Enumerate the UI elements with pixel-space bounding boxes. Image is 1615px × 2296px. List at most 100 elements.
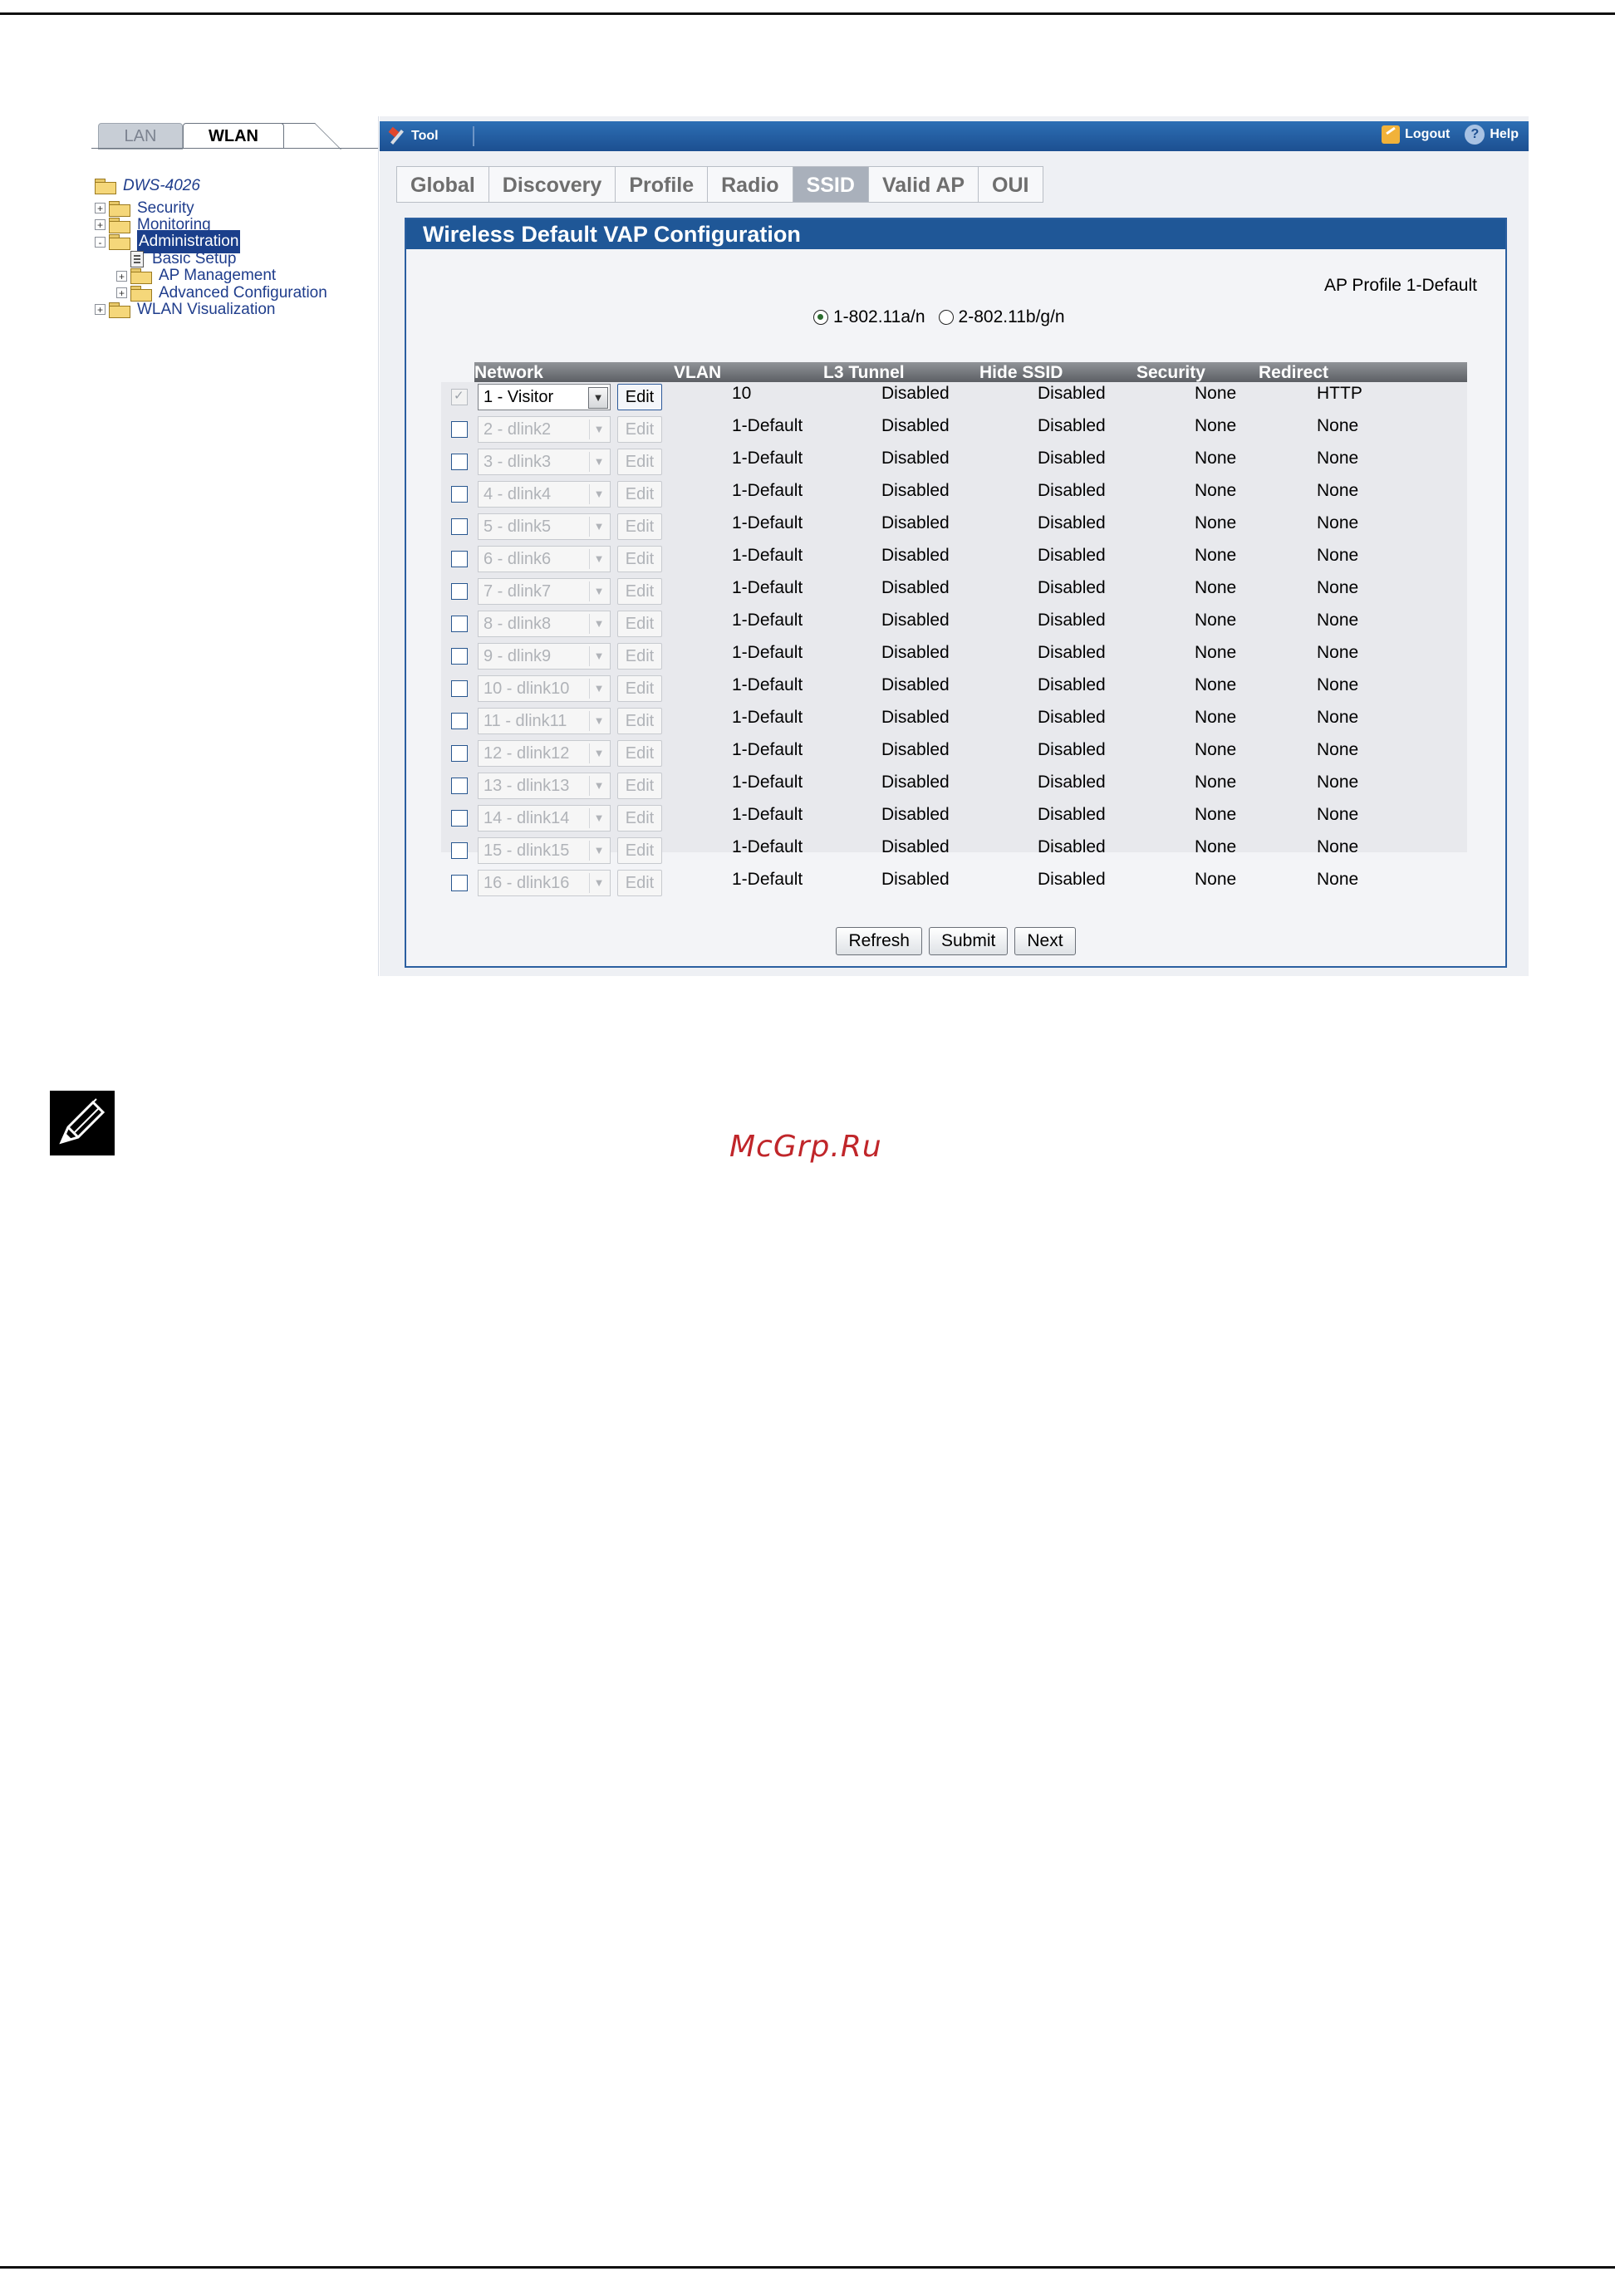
expand-icon[interactable]: + (116, 287, 127, 299)
toolbar-right: Logout ? Help (1382, 125, 1519, 145)
expand-icon[interactable]: + (95, 203, 106, 214)
cell-security: None (1195, 611, 1237, 630)
cell-redirect: None (1317, 643, 1359, 662)
cell-redirect: None (1317, 837, 1359, 856)
network-select[interactable]: 13 - dlink13 ▼ (478, 773, 611, 799)
tab-wlan[interactable]: WLAN (183, 123, 284, 149)
cell-redirect: None (1317, 740, 1359, 759)
tab-global[interactable]: Global (396, 166, 488, 203)
edit-button[interactable]: Edit (617, 513, 662, 540)
tool-menu[interactable]: Tool (388, 126, 439, 146)
edit-button[interactable]: Edit (617, 384, 662, 410)
tree-root-device[interactable]: DWS-4026 (95, 174, 200, 198)
device-label: DWS-4026 (123, 177, 200, 194)
edit-button[interactable]: Edit (617, 805, 662, 832)
submit-button[interactable]: Submit (928, 927, 1009, 955)
cell-vlan: 1-Default (732, 708, 803, 727)
edit-button[interactable]: Edit (617, 870, 662, 896)
edit-button[interactable]: Edit (617, 708, 662, 734)
next-button[interactable]: Next (1014, 927, 1076, 955)
tab-oui[interactable]: OUI (978, 166, 1043, 203)
row-checkbox[interactable] (451, 486, 468, 503)
network-select[interactable]: 5 - dlink5 ▼ (478, 513, 611, 540)
expand-icon[interactable]: + (116, 270, 127, 282)
help-button[interactable]: ? Help (1465, 125, 1519, 145)
network-select[interactable]: 8 - dlink8 ▼ (478, 611, 611, 637)
edit-button[interactable]: Edit (617, 578, 662, 605)
refresh-button[interactable]: Refresh (836, 927, 922, 955)
row-checkbox[interactable] (451, 680, 468, 697)
network-select[interactable]: 16 - dlink16 ▼ (478, 870, 611, 896)
table-row: 13 - dlink13 ▼ Edit 1-Default Disabled Disabl… (441, 771, 1467, 802)
radio-option-1[interactable] (813, 310, 828, 325)
network-select[interactable]: 10 - dlink10 ▼ (478, 675, 611, 702)
subtab-bar: Global Discovery Profile Radio SSID Valid AP O… (396, 166, 1043, 203)
network-select[interactable]: 14 - dlink14 ▼ (478, 805, 611, 832)
row-checkbox[interactable] (451, 778, 468, 794)
network-select-value: 12 - dlink12 (484, 744, 570, 763)
tab-radio[interactable]: Radio (707, 166, 793, 203)
cell-vlan: 1-Default (732, 481, 803, 500)
cell-l3-tunnel: Disabled (881, 805, 950, 824)
network-select[interactable]: 6 - dlink6 ▼ (478, 546, 611, 572)
edit-button[interactable]: Edit (617, 773, 662, 799)
network-select[interactable]: 1 - Visitor ▼ (478, 384, 611, 410)
tab-lan[interactable]: LAN (98, 123, 183, 150)
network-select[interactable]: 4 - dlink4 ▼ (478, 481, 611, 508)
edit-button[interactable]: Edit (617, 675, 662, 702)
edit-button[interactable]: Edit (617, 481, 662, 508)
row-checkbox[interactable] (451, 421, 468, 438)
network-select[interactable]: 9 - dlink9 ▼ (478, 643, 611, 670)
row-checkbox[interactable] (451, 616, 468, 632)
cell-security: None (1195, 708, 1237, 727)
network-select-value: 4 - dlink4 (484, 485, 552, 503)
tab-ssid[interactable]: SSID (792, 166, 868, 203)
network-select[interactable]: 11 - dlink11 ▼ (478, 708, 611, 734)
row-checkbox[interactable] (451, 745, 468, 762)
tab-discovery[interactable]: Discovery (488, 166, 616, 203)
row-checkbox[interactable] (451, 388, 468, 405)
edit-button[interactable]: Edit (617, 416, 662, 443)
chevron-down-icon: ▼ (589, 517, 608, 537)
network-select-value: 8 - dlink8 (484, 615, 552, 633)
edit-button[interactable]: Edit (617, 837, 662, 864)
cell-redirect: None (1317, 546, 1359, 565)
cell-security: None (1195, 805, 1237, 824)
row-checkbox[interactable] (451, 518, 468, 535)
edit-button[interactable]: Edit (617, 546, 662, 572)
row-checkbox[interactable] (451, 583, 468, 600)
cell-vlan: 10 (732, 384, 752, 403)
network-select[interactable]: 3 - dlink3 ▼ (478, 449, 611, 475)
row-checkbox[interactable] (451, 810, 468, 827)
tree-item-wlan-visualization[interactable]: + WLAN Visualization (95, 298, 276, 321)
expand-icon[interactable]: + (95, 304, 106, 316)
cell-hide-ssid: Disabled (1038, 708, 1106, 727)
row-checkbox[interactable] (451, 875, 468, 891)
row-checkbox[interactable] (451, 648, 468, 665)
row-checkbox[interactable] (451, 551, 468, 567)
edit-button[interactable]: Edit (617, 740, 662, 767)
cell-security: None (1195, 513, 1237, 532)
edit-button[interactable]: Edit (617, 611, 662, 637)
cell-security: None (1195, 773, 1237, 792)
cell-redirect: None (1317, 481, 1359, 500)
row-checkbox[interactable] (451, 454, 468, 470)
radio-label-1: 1-802.11a/n (833, 307, 925, 326)
network-select[interactable]: 12 - dlink12 ▼ (478, 740, 611, 767)
edit-button[interactable]: Edit (617, 449, 662, 475)
cell-vlan: 1-Default (732, 416, 803, 435)
expand-icon[interactable]: + (95, 219, 106, 231)
network-select[interactable]: 15 - dlink15 ▼ (478, 837, 611, 864)
row-checkbox[interactable] (451, 842, 468, 859)
radio-option-2[interactable] (938, 310, 954, 325)
row-checkbox[interactable] (451, 713, 468, 729)
edit-button[interactable]: Edit (617, 643, 662, 670)
chevron-down-icon: ▼ (589, 549, 608, 569)
collapse-icon[interactable]: - (95, 236, 106, 248)
network-select[interactable]: 7 - dlink7 ▼ (478, 578, 611, 605)
logout-button[interactable]: Logout (1382, 125, 1450, 144)
tab-valid-ap[interactable]: Valid AP (867, 166, 979, 203)
network-select[interactable]: 2 - dlink2 ▼ (478, 416, 611, 443)
cell-hide-ssid: Disabled (1038, 805, 1106, 824)
tab-profile[interactable]: Profile (615, 166, 708, 203)
